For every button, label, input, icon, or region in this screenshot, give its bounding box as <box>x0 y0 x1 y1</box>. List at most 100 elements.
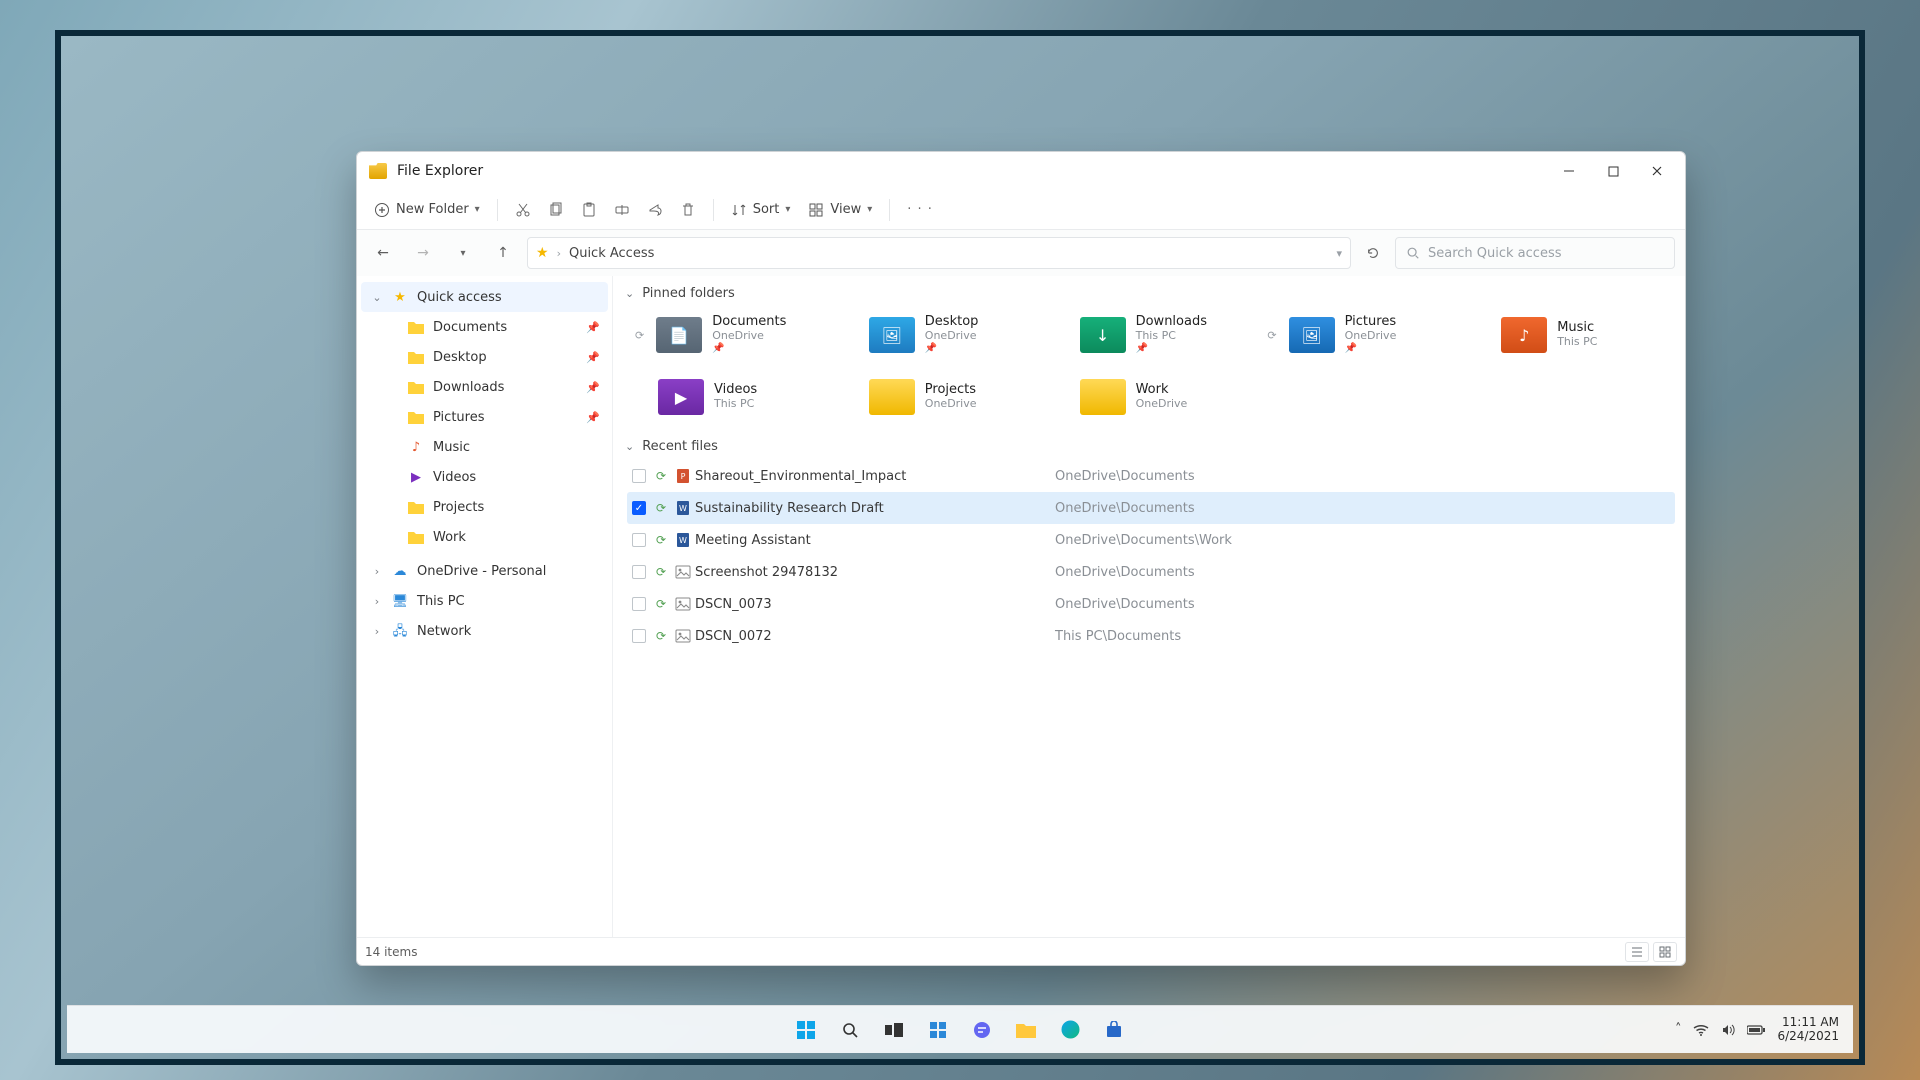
sort-icon <box>731 202 747 218</box>
sidebar-label: Videos <box>433 470 476 485</box>
taskbar[interactable]: ˄ 11:11 AM 6/24/2021 <box>67 1005 1853 1053</box>
chevron-right-icon[interactable]: › <box>371 625 383 638</box>
maximize-button[interactable] <box>1591 156 1635 186</box>
sidebar-item-desktop[interactable]: Desktop 📌 <box>361 342 608 372</box>
sync-status-icon: ⟳ <box>651 469 671 483</box>
recent-file-row[interactable]: ⟳Screenshot 29478132OneDrive\Documents <box>627 556 1675 588</box>
view-icon <box>808 202 824 218</box>
forward-button[interactable]: → <box>407 237 439 269</box>
recent-file-row[interactable]: ⟳DSCN_0072This PC\Documents <box>627 620 1675 652</box>
sidebar-onedrive[interactable]: › ☁ OneDrive - Personal <box>361 556 608 586</box>
file-type-icon <box>671 564 695 580</box>
sidebar-item-downloads[interactable]: Downloads 📌 <box>361 372 608 402</box>
file-explorer-taskbar-button[interactable] <box>1009 1013 1043 1047</box>
search-button[interactable] <box>833 1013 867 1047</box>
file-name: Meeting Assistant <box>695 533 1055 548</box>
folder-location: This PC <box>714 398 757 411</box>
up-button[interactable]: ↑ <box>487 237 519 269</box>
svg-text:P: P <box>681 472 686 481</box>
details-view-button[interactable] <box>1625 942 1649 962</box>
clock-date: 6/24/2021 <box>1777 1030 1839 1043</box>
file-type-icon: W <box>671 532 695 548</box>
sidebar-label: Music <box>433 440 470 455</box>
star-icon: ★ <box>391 288 409 306</box>
start-button[interactable] <box>789 1013 823 1047</box>
sidebar-item-music[interactable]: ♪ Music <box>361 432 608 462</box>
sidebar-item-work[interactable]: Work <box>361 522 608 552</box>
recent-locations-button[interactable]: ▾ <box>447 237 479 269</box>
row-checkbox[interactable] <box>632 629 646 643</box>
pinned-folder[interactable]: ⟳📄DocumentsOneDrive📌 <box>631 309 832 361</box>
cut-button[interactable] <box>508 195 538 225</box>
sidebar-item-projects[interactable]: Projects <box>361 492 608 522</box>
pinned-folder[interactable]: ▶VideosThis PC <box>631 371 832 423</box>
task-view-button[interactable] <box>877 1013 911 1047</box>
section-recent-files[interactable]: ⌄ Recent files <box>621 433 1675 460</box>
cloud-icon: ☁ <box>391 562 409 580</box>
folder-thumbnail <box>1080 379 1126 415</box>
pinned-folder[interactable]: ↓DownloadsThis PC📌 <box>1053 309 1254 361</box>
recent-file-row[interactable]: ⟳WMeeting AssistantOneDrive\Documents\Wo… <box>627 524 1675 556</box>
sidebar-item-videos[interactable]: ▶ Videos <box>361 462 608 492</box>
recent-file-row[interactable]: ✓⟳WSustainability Research DraftOneDrive… <box>627 492 1675 524</box>
pinned-folder[interactable]: ⟳🖼PicturesOneDrive📌 <box>1263 309 1464 361</box>
thumbnails-view-button[interactable] <box>1653 942 1677 962</box>
refresh-button[interactable] <box>1359 239 1387 267</box>
back-button[interactable]: ← <box>367 237 399 269</box>
navigation-sidebar: ⌄ ★ Quick access Documents 📌 Desktop 📌 <box>357 276 613 937</box>
address-bar[interactable]: ★ › Quick Access ▾ <box>527 237 1351 269</box>
volume-icon[interactable] <box>1721 1023 1735 1037</box>
chevron-right-icon[interactable]: › <box>371 565 383 578</box>
sidebar-network[interactable]: › 🖧 Network <box>361 616 608 646</box>
chat-button[interactable] <box>965 1013 999 1047</box>
copy-button[interactable] <box>541 195 571 225</box>
row-checkbox[interactable] <box>632 469 646 483</box>
titlebar[interactable]: File Explorer <box>357 152 1685 190</box>
address-location: Quick Access <box>569 246 654 261</box>
taskbar-center <box>789 1013 1131 1047</box>
view-button[interactable]: View ▾ <box>801 195 879 225</box>
recent-file-row[interactable]: ⟳PShareout_Environmental_ImpactOneDrive\… <box>627 460 1675 492</box>
row-checkbox[interactable] <box>632 533 646 547</box>
new-folder-label: New Folder <box>396 202 469 217</box>
chevron-down-icon[interactable]: ▾ <box>1336 247 1342 260</box>
pinned-folder[interactable]: ♪MusicThis PC <box>1474 309 1675 361</box>
more-button[interactable] <box>900 195 940 225</box>
sync-status-icon: ⟳ <box>1267 329 1276 342</box>
sidebar-item-documents[interactable]: Documents 📌 <box>361 312 608 342</box>
section-pinned-folders[interactable]: ⌄ Pinned folders <box>621 280 1675 307</box>
chevron-right-icon[interactable]: › <box>371 595 383 608</box>
store-button[interactable] <box>1097 1013 1131 1047</box>
sync-status-icon: ⟳ <box>651 629 671 643</box>
tray-overflow-button[interactable]: ˄ <box>1675 1022 1682 1037</box>
sidebar-quick-access[interactable]: ⌄ ★ Quick access <box>361 282 608 312</box>
battery-icon[interactable] <box>1747 1025 1765 1035</box>
folder-location: This PC <box>1557 336 1597 349</box>
pinned-folder[interactable]: 🖼DesktopOneDrive📌 <box>842 309 1043 361</box>
taskbar-clock[interactable]: 11:11 AM 6/24/2021 <box>1777 1016 1839 1042</box>
paste-button[interactable] <box>574 195 604 225</box>
row-checkbox[interactable]: ✓ <box>632 501 646 515</box>
rename-button[interactable] <box>607 195 637 225</box>
minimize-button[interactable] <box>1547 156 1591 186</box>
new-folder-button[interactable]: New Folder ▾ <box>367 195 487 225</box>
delete-button[interactable] <box>673 195 703 225</box>
pinned-folder[interactable]: ProjectsOneDrive <box>842 371 1043 423</box>
sidebar-this-pc[interactable]: › 🖥 This PC <box>361 586 608 616</box>
widgets-button[interactable] <box>921 1013 955 1047</box>
sidebar-label: Documents <box>433 320 507 335</box>
recent-file-row[interactable]: ⟳DSCN_0073OneDrive\Documents <box>627 588 1675 620</box>
sidebar-label: Quick access <box>417 290 502 305</box>
sidebar-item-pictures[interactable]: Pictures 📌 <box>361 402 608 432</box>
close-button[interactable] <box>1635 156 1679 186</box>
row-checkbox[interactable] <box>632 597 646 611</box>
folder-location: OneDrive <box>925 398 977 411</box>
pinned-folder[interactable]: WorkOneDrive <box>1053 371 1254 423</box>
search-input[interactable]: Search Quick access <box>1395 237 1675 269</box>
share-button[interactable] <box>640 195 670 225</box>
sort-button[interactable]: Sort ▾ <box>724 195 798 225</box>
edge-button[interactable] <box>1053 1013 1087 1047</box>
folder-location: OneDrive <box>712 330 786 343</box>
row-checkbox[interactable] <box>632 565 646 579</box>
wifi-icon[interactable] <box>1693 1024 1709 1036</box>
